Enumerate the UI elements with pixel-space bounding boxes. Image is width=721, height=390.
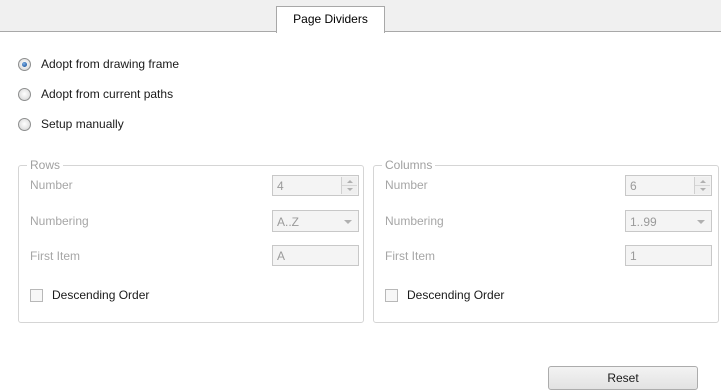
rows-descending-order[interactable]: Descending Order [30, 288, 149, 302]
descending-order-label: Descending Order [52, 288, 150, 302]
columns-first-item-input[interactable]: 1 [625, 245, 712, 266]
tab-page-dividers[interactable]: Page Dividers [276, 6, 385, 33]
columns-numbering-value: 1..99 [630, 215, 657, 229]
columns-first-item-value: 1 [630, 249, 637, 263]
rows-first-item-label: First Item [30, 249, 80, 263]
columns-number-spinner[interactable]: 6 [625, 175, 712, 196]
radio-indicator[interactable] [18, 117, 31, 131]
rows-group: Rows Number 4 Numbering A..Z First Item … [18, 158, 364, 323]
radio-indicator[interactable] [18, 57, 31, 71]
tab-strip: Page Dividers [0, 0, 721, 33]
columns-numbering-combo[interactable]: 1..99 [625, 210, 712, 232]
radio-label: Adopt from drawing frame [41, 57, 180, 71]
radio-adopt-current-paths[interactable]: Adopt from current paths [18, 85, 173, 103]
arrow-up-icon [346, 179, 353, 183]
radio-indicator[interactable] [18, 87, 31, 101]
reset-button[interactable]: Reset [548, 366, 698, 390]
rows-number-value: 4 [277, 179, 284, 193]
rows-numbering-value: A..Z [277, 215, 300, 229]
arrow-down-icon [346, 187, 353, 191]
columns-descending-order[interactable]: Descending Order [385, 288, 504, 302]
columns-number-label: Number [385, 178, 428, 192]
rows-number-spinner[interactable]: 4 [272, 175, 359, 196]
columns-first-item-label: First Item [385, 249, 435, 263]
columns-group-title: Columns [382, 158, 436, 172]
spin-down-button[interactable] [342, 185, 357, 193]
radio-label: Setup manually [41, 117, 124, 131]
rows-group-title: Rows [27, 158, 64, 172]
columns-number-value: 6 [630, 179, 637, 193]
rows-numbering-label: Numbering [30, 214, 89, 228]
descending-order-label: Descending Order [407, 288, 505, 302]
spin-down-button[interactable] [695, 185, 710, 193]
descending-order-checkbox[interactable] [385, 288, 398, 302]
chevron-down-icon [344, 220, 352, 224]
arrow-down-icon [699, 187, 706, 191]
chevron-down-icon [697, 220, 705, 224]
radio-setup-manually[interactable]: Setup manually [18, 115, 124, 133]
radio-adopt-drawing-frame[interactable]: Adopt from drawing frame [18, 55, 179, 73]
rows-numbering-combo[interactable]: A..Z [272, 210, 359, 232]
spinner-buttons [341, 177, 357, 194]
columns-numbering-label: Numbering [385, 214, 444, 228]
spinner-buttons [694, 177, 710, 194]
radio-label: Adopt from current paths [41, 87, 174, 101]
arrow-up-icon [699, 179, 706, 183]
columns-group: Columns Number 6 Numbering 1..99 First I… [373, 158, 719, 323]
rows-number-label: Number [30, 178, 73, 192]
rows-first-item-value: A [277, 249, 286, 263]
rows-first-item-input[interactable]: A [272, 245, 359, 266]
descending-order-checkbox[interactable] [30, 288, 43, 302]
